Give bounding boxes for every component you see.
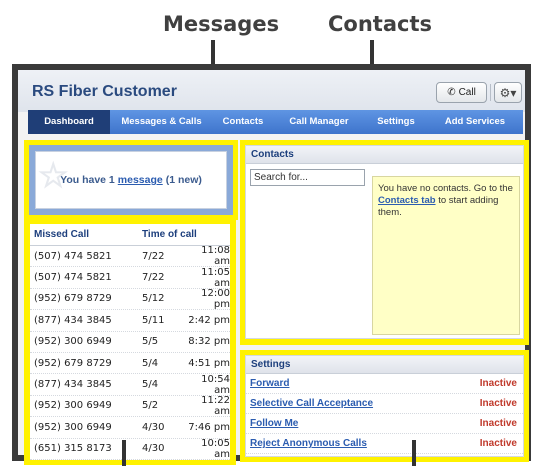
caller-number: (877) 434 3845 bbox=[34, 314, 112, 326]
call-time: 8:32 pm bbox=[188, 336, 230, 348]
table-row[interactable]: (952) 300 6949 5/5 8:32 pm bbox=[30, 332, 230, 353]
settings-row: Selective Call Acceptance Inactive bbox=[246, 394, 523, 414]
table-row[interactable]: (877) 434 3845 5/4 10:54 am bbox=[30, 373, 230, 396]
header-separator bbox=[490, 84, 491, 101]
messages-summary: ☆ You have 1 message (1 new) bbox=[35, 151, 227, 209]
setting-link[interactable]: Follow Me bbox=[250, 418, 298, 429]
gear-icon: ⚙▾ bbox=[499, 85, 517, 100]
call-time: 12:00 pm bbox=[201, 287, 230, 310]
caller-number: (507) 474 5821 bbox=[34, 272, 112, 284]
call-time: 11:22 am bbox=[201, 394, 230, 417]
call-date: 5/2 bbox=[142, 400, 159, 412]
caller-number: (952) 679 8729 bbox=[34, 293, 112, 305]
messages-link[interactable]: message bbox=[118, 174, 163, 186]
messages-callout: Messages bbox=[163, 12, 280, 36]
main-nav: Dashboard Messages & Calls Contacts Call… bbox=[28, 110, 523, 134]
call-date: 7/22 bbox=[142, 250, 165, 262]
table-row[interactable]: (952) 679 8729 5/12 12:00 pm bbox=[30, 287, 230, 311]
missed-calls-body: (507) 474 5821 7/22 11:08 am (507) 474 5821… bbox=[30, 245, 230, 460]
nav-dashboard[interactable]: Dashboard bbox=[28, 110, 110, 134]
setting-link[interactable]: Selective Call Acceptance bbox=[250, 398, 373, 409]
call-time: 11:05 am bbox=[201, 266, 230, 289]
settings-row: Forward Inactive bbox=[246, 374, 523, 394]
missed-calls-header: Missed Call Time of call bbox=[30, 224, 230, 246]
settings-row: Follow Me Inactive bbox=[246, 414, 523, 434]
messages-suffix: (1 new) bbox=[165, 174, 202, 186]
setting-status: Inactive bbox=[479, 438, 517, 449]
no-contacts-note: You have no contacts. Go to the Contacts… bbox=[372, 176, 520, 335]
caller-number: (952) 300 6949 bbox=[34, 421, 112, 433]
settings-callout-line bbox=[412, 440, 416, 466]
star-icon: ☆ bbox=[38, 157, 69, 195]
app-header: RS Fiber Customer ✆ Call ⚙▾ bbox=[18, 70, 525, 112]
settings-list: Forward Inactive Selective Call Acceptance… bbox=[246, 374, 523, 454]
caller-number: (952) 300 6949 bbox=[34, 400, 112, 412]
app-title: RS Fiber Customer bbox=[32, 83, 177, 100]
call-time: 2:42 pm bbox=[188, 314, 230, 326]
table-row[interactable]: (952) 300 6949 4/30 7:46 pm bbox=[30, 417, 230, 439]
caller-number: (952) 300 6949 bbox=[34, 336, 112, 348]
contacts-callout: Contacts bbox=[328, 12, 432, 36]
setting-link[interactable]: Reject Anonymous Calls bbox=[250, 438, 367, 449]
no-contacts-text: You have no contacts. Go to the bbox=[378, 183, 513, 194]
call-date: 5/12 bbox=[142, 293, 165, 305]
call-date: 7/22 bbox=[142, 272, 165, 284]
nav-settings[interactable]: Settings bbox=[365, 110, 427, 134]
call-date: 4/30 bbox=[142, 421, 165, 433]
table-row[interactable]: (507) 474 5821 7/22 11:05 am bbox=[30, 266, 230, 289]
messages-panel: ☆ You have 1 message (1 new) bbox=[29, 145, 233, 215]
table-row[interactable]: (507) 474 5821 7/22 11:08 am bbox=[30, 245, 230, 268]
calls-callout-line bbox=[122, 440, 126, 466]
contacts-tab-link[interactable]: Contacts tab bbox=[378, 195, 436, 206]
app-window: RS Fiber Customer ✆ Call ⚙▾ Dashboard Me… bbox=[12, 64, 531, 465]
setting-link[interactable]: Forward bbox=[250, 378, 289, 389]
caller-number: (952) 679 8729 bbox=[34, 357, 112, 369]
missed-call-column-header: Missed Call bbox=[34, 229, 90, 240]
caller-number: (507) 474 5821 bbox=[34, 250, 112, 262]
call-date: 4/30 bbox=[142, 443, 165, 455]
time-of-call-column-header: Time of call bbox=[142, 229, 197, 240]
nav-call-manager[interactable]: Call Manager bbox=[273, 110, 365, 134]
contacts-search-input[interactable]: Search for... bbox=[250, 169, 365, 186]
nav-contacts[interactable]: Contacts bbox=[213, 110, 273, 134]
nav-messages-calls[interactable]: Messages & Calls bbox=[110, 110, 213, 134]
nav-add-services[interactable]: Add Services bbox=[427, 110, 523, 134]
call-date: 5/11 bbox=[142, 314, 165, 326]
setting-status: Inactive bbox=[479, 378, 517, 389]
table-row[interactable]: (952) 679 8729 5/4 4:51 pm bbox=[30, 353, 230, 375]
call-date: 5/4 bbox=[142, 357, 159, 369]
call-time: 10:54 am bbox=[201, 373, 230, 396]
call-time: 10:05 am bbox=[201, 437, 230, 460]
call-date: 5/5 bbox=[142, 336, 159, 348]
table-row[interactable]: (877) 434 3845 5/11 2:42 pm bbox=[30, 310, 230, 332]
missed-calls-table: Missed Call Time of call (507) 474 5821 7… bbox=[30, 224, 230, 460]
contacts-panel: Contacts Search for... You have no conta… bbox=[245, 145, 524, 339]
table-row[interactable]: (952) 300 6949 5/2 11:22 am bbox=[30, 394, 230, 418]
settings-panel: Settings Forward Inactive Selective Call A… bbox=[245, 355, 524, 457]
table-row[interactable]: (651) 315 8173 4/30 10:05 am bbox=[30, 437, 230, 460]
settings-title: Settings bbox=[246, 356, 523, 374]
call-button[interactable]: ✆ Call bbox=[436, 82, 487, 103]
contacts-title: Contacts bbox=[246, 146, 523, 164]
phone-icon: ✆ bbox=[447, 87, 456, 98]
call-date: 5/4 bbox=[142, 379, 159, 391]
setting-status: Inactive bbox=[479, 418, 517, 429]
call-time: 11:08 am bbox=[201, 245, 230, 268]
settings-menu-button[interactable]: ⚙▾ bbox=[494, 82, 522, 103]
call-time: 4:51 pm bbox=[188, 357, 230, 369]
setting-status: Inactive bbox=[479, 398, 517, 409]
caller-number: (877) 434 3845 bbox=[34, 379, 112, 391]
call-button-label: Call bbox=[458, 87, 476, 98]
call-time: 7:46 pm bbox=[188, 421, 230, 433]
settings-row: Reject Anonymous Calls Inactive bbox=[246, 434, 523, 454]
